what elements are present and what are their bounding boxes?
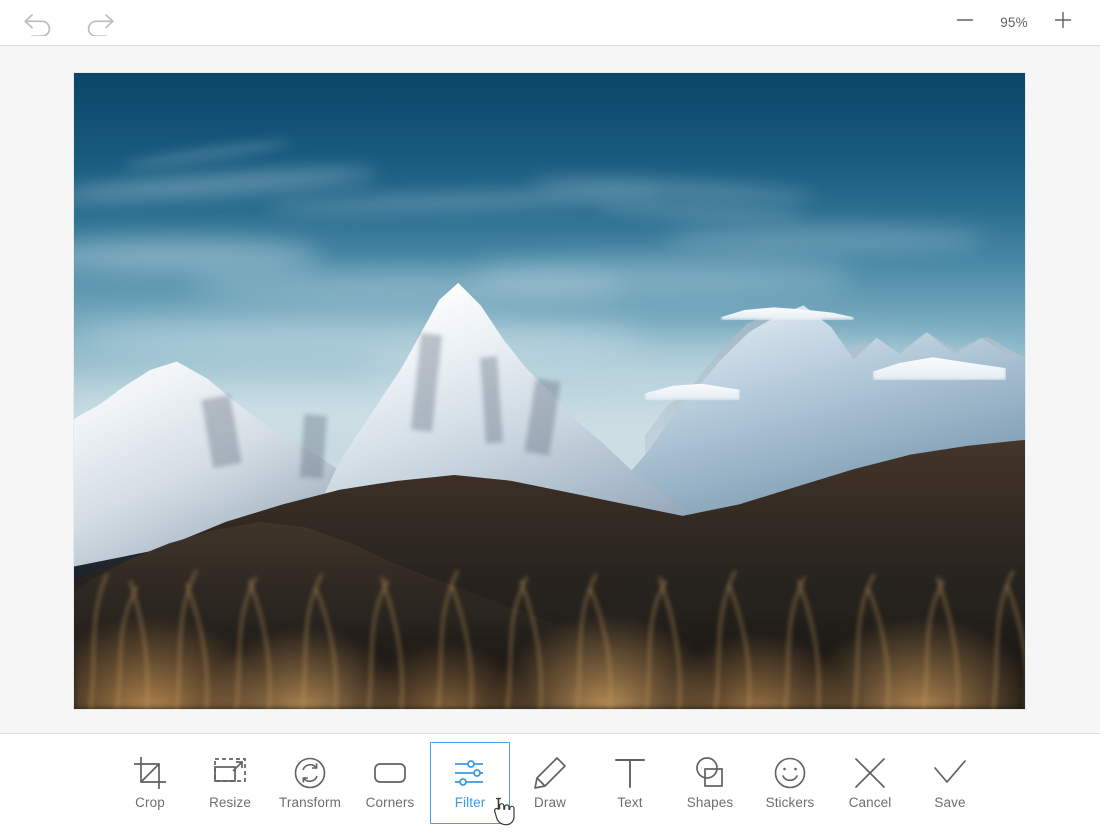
tool-label: Text <box>617 795 643 810</box>
zoom-out-button[interactable] <box>952 10 978 36</box>
editor-header: 95% <box>0 0 1100 46</box>
snow-cap <box>720 307 854 321</box>
tool-label: Crop <box>135 795 165 810</box>
tool-label: Shapes <box>686 795 734 810</box>
pencil-icon <box>532 754 568 792</box>
redo-button[interactable] <box>82 8 116 38</box>
undo-arrow-icon <box>22 10 56 36</box>
tool-shapes[interactable]: Shapes <box>670 742 750 824</box>
tool-label: Resize <box>209 795 251 810</box>
tool-resize[interactable]: Resize <box>190 742 270 824</box>
text-t-icon <box>612 754 648 792</box>
tool-crop[interactable]: Crop <box>110 742 190 824</box>
rock-streak <box>300 413 328 479</box>
plus-icon <box>1053 10 1073 35</box>
zoom-in-button[interactable] <box>1050 10 1076 36</box>
smiley-icon <box>772 754 808 792</box>
tool-transform[interactable]: Transform <box>270 742 350 824</box>
redo-arrow-icon <box>82 10 116 36</box>
photo-editor-app: 95% Crop Resize Transform Corners Filter… <box>0 0 1100 830</box>
tool-label: Draw <box>534 795 566 810</box>
zoom-level-value: 95% <box>1000 15 1028 30</box>
tool-label: Filter <box>454 795 486 810</box>
crop-icon <box>132 754 168 792</box>
resize-icon <box>212 754 248 792</box>
minus-icon <box>955 10 975 35</box>
checkmark-icon <box>932 754 968 792</box>
canvas-area[interactable] <box>0 46 1100 733</box>
tool-draw[interactable]: Draw <box>510 742 590 824</box>
tool-label: Save <box>934 795 966 810</box>
tool-label: Stickers <box>765 795 815 810</box>
shapes-icon <box>692 754 728 792</box>
tool-save[interactable]: Save <box>910 742 990 824</box>
photo-canvas[interactable] <box>74 73 1025 709</box>
tool-filter[interactable]: Filter <box>430 742 510 824</box>
tool-label: Corners <box>365 795 415 810</box>
tool-stickers[interactable]: Stickers <box>750 742 830 824</box>
tool-corners[interactable]: Corners <box>350 742 430 824</box>
tool-text[interactable]: Text <box>590 742 670 824</box>
filter-sliders-icon <box>452 754 488 792</box>
x-icon <box>852 754 888 792</box>
mountain-photo <box>74 73 1025 709</box>
tool-cancel[interactable]: Cancel <box>830 742 910 824</box>
tool-label: Transform <box>279 795 341 810</box>
grass-blades <box>89 569 1025 709</box>
corners-icon <box>372 754 408 792</box>
transform-icon <box>292 754 328 792</box>
editor-toolbar: Crop Resize Transform Corners Filter Dra… <box>0 733 1100 830</box>
tool-label: Cancel <box>848 795 892 810</box>
zoom-controls: 95% <box>952 10 1076 36</box>
history-controls <box>22 8 116 38</box>
cloud-wisp <box>663 225 987 252</box>
undo-button[interactable] <box>22 8 56 38</box>
